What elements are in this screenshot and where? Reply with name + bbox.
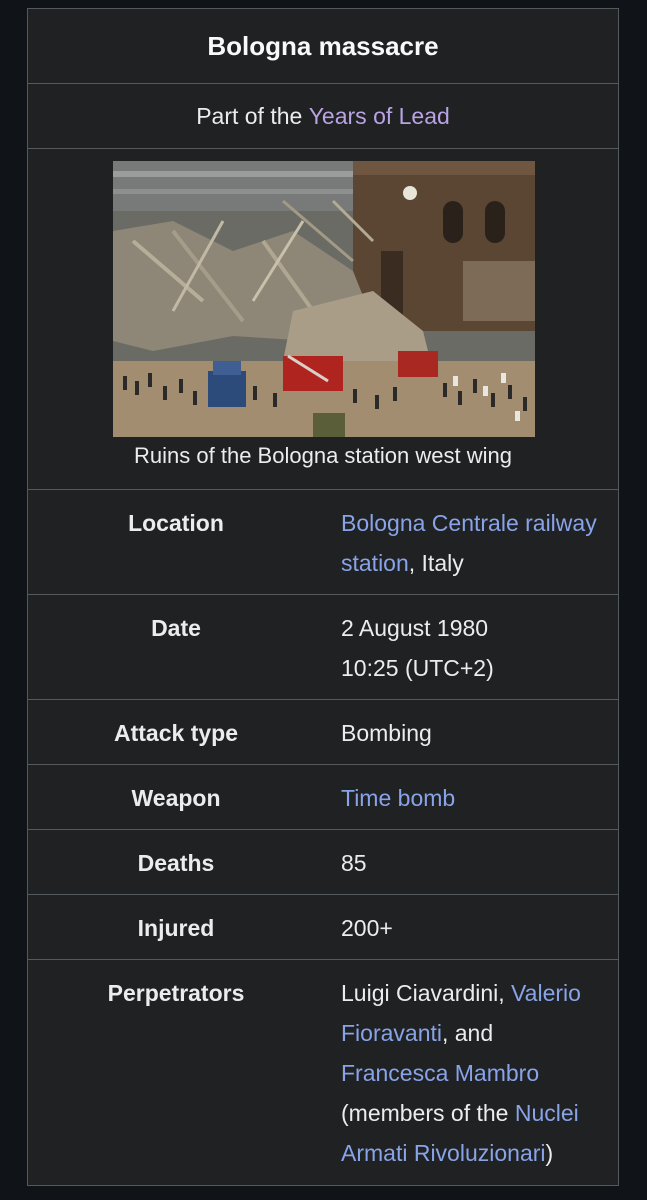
image-caption: Ruins of the Bologna station west wing bbox=[134, 443, 512, 468]
deaths-row: Deaths 85 bbox=[28, 830, 618, 895]
part-of-prefix: Part of the bbox=[196, 102, 309, 129]
time-bomb-link[interactable]: Time bomb bbox=[341, 785, 455, 811]
francesca-mambro-link[interactable]: Francesca Mambro bbox=[341, 1060, 539, 1086]
location-label: Location bbox=[128, 510, 224, 536]
infobox-title: Bologna massacre bbox=[28, 9, 618, 84]
perp-text-1: Luigi Ciavardini, bbox=[341, 980, 512, 1006]
deaths-label: Deaths bbox=[137, 850, 215, 876]
perpetrators-row: Perpetrators Luigi Ciavardini, Valerio F… bbox=[28, 960, 618, 1185]
deaths-value: 85 bbox=[341, 850, 367, 876]
perp-text-3: (members of the bbox=[341, 1100, 515, 1126]
perp-text-4: ) bbox=[545, 1140, 554, 1166]
bologna-centrale-link[interactable]: Bologna Centrale railway station bbox=[341, 510, 597, 576]
infobox: Bologna massacre Part of the Years of Le… bbox=[27, 8, 619, 1186]
date-line: 2 August 1980 bbox=[341, 615, 489, 641]
image-section: Ruins of the Bologna station west wing bbox=[28, 149, 618, 490]
date-label: Date bbox=[151, 615, 201, 641]
station-ruins-photo[interactable] bbox=[113, 161, 535, 437]
injured-label: Injured bbox=[137, 915, 215, 941]
attack-type-row: Attack type Bombing bbox=[28, 700, 618, 765]
years-of-lead-link[interactable]: Years of Lead bbox=[309, 103, 450, 130]
time-line: 10:25 (UTC+2) bbox=[341, 655, 494, 681]
location-value: Bologna Centrale railway station, Italy bbox=[324, 490, 604, 594]
injured-row: Injured 200+ bbox=[28, 895, 618, 960]
perpetrators-value: Luigi Ciavardini, Valerio Fioravanti, an… bbox=[324, 960, 604, 1185]
date-row: Date 2 August 1980 10:25 (UTC+2) bbox=[28, 595, 618, 700]
attack-type-label: Attack type bbox=[114, 720, 238, 746]
perpetrators-label: Perpetrators bbox=[107, 980, 245, 1006]
attack-type-value: Bombing bbox=[341, 720, 432, 746]
perp-text-2: , and bbox=[441, 1020, 494, 1046]
weapon-value: Time bomb bbox=[324, 765, 604, 829]
weapon-row: Weapon Time bomb bbox=[28, 765, 618, 830]
date-value: 2 August 1980 10:25 (UTC+2) bbox=[324, 595, 604, 699]
location-suffix: , Italy bbox=[408, 550, 464, 576]
weapon-label: Weapon bbox=[131, 785, 221, 811]
injured-value: 200+ bbox=[341, 915, 393, 941]
location-row: Location Bologna Centrale railway statio… bbox=[28, 490, 618, 595]
part-of-line: Part of the Years of Lead bbox=[28, 84, 618, 149]
